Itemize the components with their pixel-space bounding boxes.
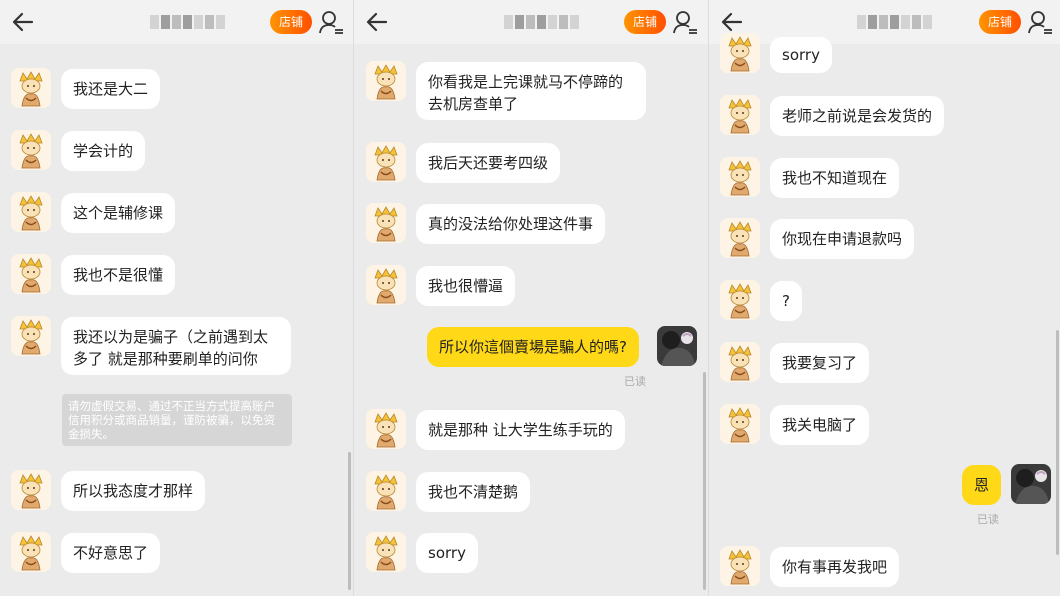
system-notice: 请勿虚假交易、通过不正当方式提高账户信用积分或商品销量，谨防被骗，以免资金损失。	[62, 394, 292, 446]
my-avatar[interactable]	[1011, 464, 1051, 504]
my-message-bubble: 所以你這個賣場是騙人的嗎?	[427, 327, 639, 367]
message-bubble: 我也不清楚鹅	[416, 472, 531, 512]
contact-avatar[interactable]	[720, 404, 760, 444]
chat-header: 店铺	[0, 0, 353, 44]
contact-avatar[interactable]	[366, 409, 406, 449]
contact-avatar[interactable]	[720, 157, 760, 197]
contact-avatar[interactable]	[366, 142, 406, 182]
message-bubble: 我也不知道现在	[770, 158, 900, 198]
contact-avatar[interactable]	[11, 130, 51, 170]
message-line: 我还以为是骗子（之前遇到太	[73, 328, 269, 346]
contact-name-redacted	[504, 15, 579, 29]
chat-header: 店铺	[354, 0, 708, 44]
my-avatar[interactable]	[657, 326, 697, 366]
message-bubble: ?	[770, 281, 802, 321]
contact-name-redacted	[150, 15, 225, 29]
message-bubble: 你看我是上完课就马不停蹄的 去机房查单了	[416, 62, 646, 120]
read-status: 已读	[977, 513, 999, 526]
message-bubble: 我也不是很懂	[61, 255, 176, 295]
message-bubble: sorry	[416, 533, 478, 573]
contact-avatar[interactable]	[11, 254, 51, 294]
contact-avatar[interactable]	[11, 192, 51, 232]
message-bubble: 我要复习了	[770, 343, 870, 383]
message-bubble: 我后天还要考四级	[416, 143, 561, 183]
scrollbar[interactable]	[1056, 330, 1059, 555]
message-bubble: 你有事再发我吧	[770, 547, 900, 587]
chat-panel-1: 店铺 我还是大二 学会计的 这个是辅修课 我也不是很懂 我还以为是骗子（之前遇到…	[0, 0, 353, 596]
contact-avatar[interactable]	[720, 342, 760, 382]
message-bubble: 真的没法给你处理这件事	[416, 204, 606, 244]
user-profile-icon[interactable]	[672, 9, 698, 35]
shop-button[interactable]: 店铺	[624, 10, 667, 34]
shop-button[interactable]: 店铺	[979, 10, 1022, 34]
message-bubble: 老师之前说是会发货的	[770, 96, 945, 136]
contact-avatar[interactable]	[366, 471, 406, 511]
message-bubble: 所以我态度才那样	[61, 471, 206, 511]
message-bubble: 你现在申请退款吗	[770, 219, 915, 259]
message-bubble: 就是那种 让大学生练手玩的	[416, 410, 625, 450]
contact-name-redacted	[857, 15, 932, 29]
message-bubble: 学会计的	[61, 131, 146, 171]
message-line: 你看我是上完课就马不停蹄的	[428, 73, 624, 91]
contact-avatar[interactable]	[720, 95, 760, 135]
message-bubble: sorry	[770, 37, 832, 73]
back-arrow-icon[interactable]	[364, 9, 390, 35]
message-bubble: 这个是辅修课	[61, 193, 176, 233]
contact-avatar[interactable]	[11, 316, 51, 356]
message-bubble: 我也很懵逼	[416, 266, 516, 306]
chat-header: 店铺	[709, 0, 1060, 44]
user-profile-icon[interactable]	[318, 9, 344, 35]
message-bubble: 我还是大二	[61, 69, 161, 109]
contact-avatar[interactable]	[366, 532, 406, 572]
message-line: 去机房查单了	[428, 95, 519, 113]
contact-avatar[interactable]	[11, 532, 51, 572]
back-arrow-icon[interactable]	[10, 9, 36, 35]
message-line: 多了 就是那种要刷单的问你	[73, 350, 258, 368]
scrollbar[interactable]	[703, 372, 706, 590]
contact-avatar[interactable]	[11, 470, 51, 510]
shop-button[interactable]: 店铺	[270, 10, 313, 34]
contact-avatar[interactable]	[366, 61, 406, 101]
read-status: 已读	[624, 375, 646, 388]
back-arrow-icon[interactable]	[719, 9, 745, 35]
message-bubble: 我还以为是骗子（之前遇到太 多了 就是那种要刷单的问你	[61, 317, 291, 375]
scrollbar[interactable]	[348, 452, 351, 590]
message-bubble: 我关电脑了	[770, 405, 870, 445]
message-bubble: 不好意思了	[61, 533, 161, 573]
user-profile-icon[interactable]	[1027, 9, 1053, 35]
contact-avatar[interactable]	[366, 265, 406, 305]
contact-avatar[interactable]	[720, 33, 760, 73]
contact-avatar[interactable]	[720, 546, 760, 586]
contact-avatar[interactable]	[720, 218, 760, 258]
chat-panel-3: 店铺 sorry 老师之前说是会发货的 我也不知道现在 你现在申请退款吗 ? 我…	[708, 0, 1060, 596]
contact-avatar[interactable]	[366, 203, 406, 243]
chat-panel-2: 店铺 你看我是上完课就马不停蹄的 去机房查单了 我后天还要考四级 真的没法给你处…	[353, 0, 708, 596]
contact-avatar[interactable]	[720, 280, 760, 320]
contact-avatar[interactable]	[11, 68, 51, 108]
my-message-bubble: 恩	[962, 465, 1002, 505]
